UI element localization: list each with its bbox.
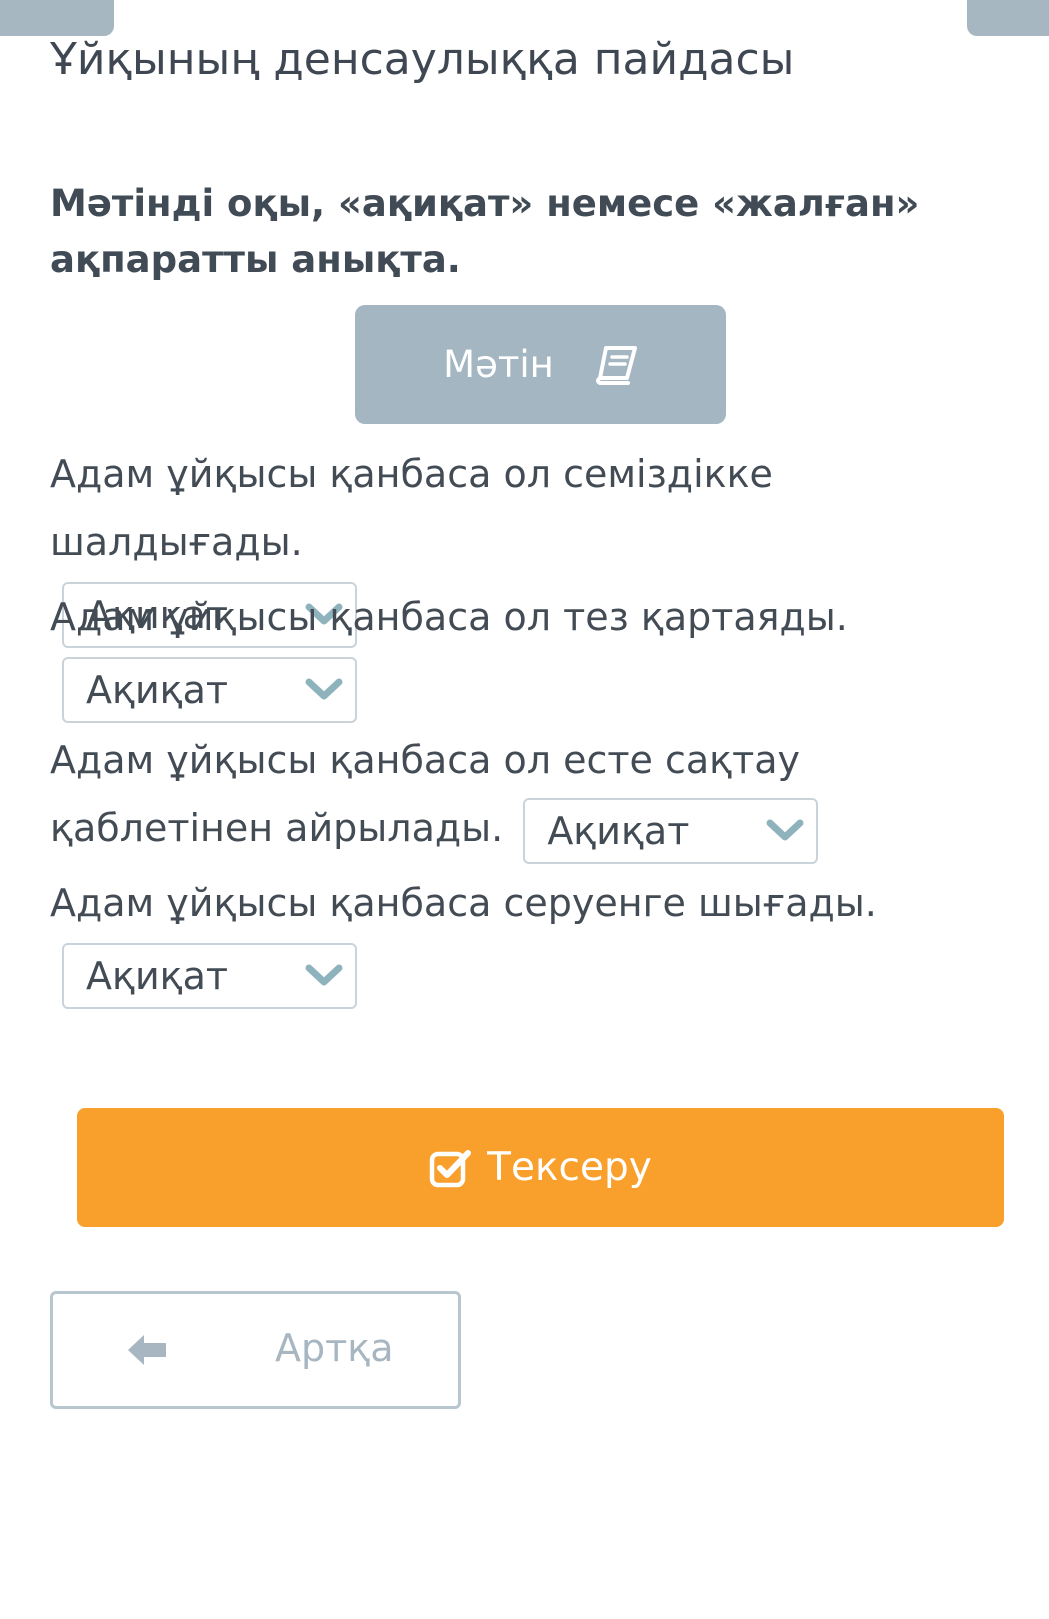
chevron-down-icon	[305, 963, 343, 989]
text-button[interactable]: Мәтін	[355, 305, 726, 424]
top-right-tab[interactable]	[967, 0, 1049, 36]
page-title: Ұйқының денсаулыққа пайдасы	[50, 34, 795, 85]
question-4-text: Адам ұйқысы қанбаса серуенге шығады.	[50, 881, 877, 925]
back-button-label: Артқа	[275, 1326, 394, 1370]
question-2: Адам ұйқысы қанбаса ол тез қартаяды. Ақи…	[50, 583, 1025, 723]
instruction-text: Мәтінді оқы, «ақиқат» немесе «жалған» ақ…	[50, 182, 920, 281]
answer-select-2-value: Ақиқат	[86, 667, 229, 712]
question-3: Адам ұйқысы қанбаса ол есте сақтау қабле…	[50, 726, 1025, 864]
check-button[interactable]: Тексеру	[77, 1108, 1004, 1227]
chevron-down-icon	[766, 818, 804, 844]
answer-select-2[interactable]: Ақиқат	[62, 656, 357, 723]
question-2-text: Адам ұйқысы қанбаса ол тез қартаяды.	[50, 595, 848, 639]
text-button-label: Мәтін	[443, 343, 554, 386]
question-1-text: Адам ұйқысы қанбаса ол семіздікке шалдығ…	[50, 452, 773, 564]
answer-select-3[interactable]: Ақиқат	[523, 797, 819, 864]
answer-select-4[interactable]: Ақиқат	[62, 942, 357, 1009]
back-button[interactable]: Артқа	[50, 1291, 461, 1409]
question-4: Адам ұйқысы қанбаса серуенге шығады. Ақи…	[50, 869, 1025, 1009]
check-square-icon	[429, 1148, 472, 1188]
arrow-left-icon	[126, 1332, 168, 1368]
top-left-tab[interactable]	[0, 0, 114, 36]
check-button-label: Тексеру	[487, 1145, 652, 1190]
chevron-down-icon	[305, 677, 343, 703]
answer-select-4-value: Ақиқат	[86, 953, 229, 998]
answer-select-3-value: Ақиқат	[547, 808, 690, 853]
book-icon	[594, 345, 638, 385]
